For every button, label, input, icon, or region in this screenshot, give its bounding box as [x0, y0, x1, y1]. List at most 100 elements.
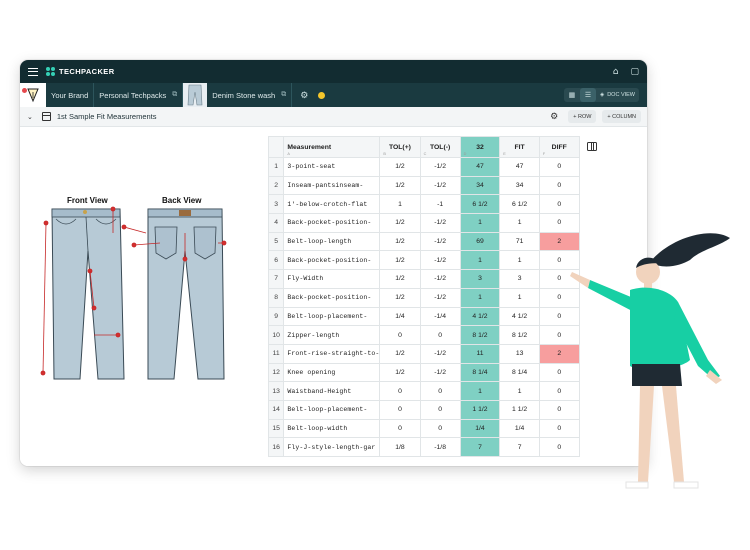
tolerance-cell[interactable]: -1/2 [419, 287, 461, 308]
row-index-header [268, 136, 285, 158]
tolerance-cell[interactable]: 1/2 [379, 343, 421, 364]
fit-cell[interactable]: 47 [499, 157, 540, 177]
fit-cell[interactable]: 6 1/2 [499, 194, 540, 215]
chevron-down-icon[interactable]: ⌄ [27, 113, 33, 121]
size-32-cell[interactable]: 11 [459, 343, 501, 364]
breadcrumb-product[interactable]: Denim Stone wash ⧉ [207, 83, 293, 107]
measurement-cell[interactable]: 3-point-seat [283, 157, 381, 177]
gear-icon[interactable]: ⚙ [300, 90, 308, 101]
tolerance-cell[interactable]: -1/2 [419, 269, 461, 289]
diff-cell[interactable]: 0 [538, 194, 580, 215]
add-column-button[interactable]: + COLUMN [602, 110, 641, 123]
size-32-cell[interactable]: 7 [459, 437, 501, 457]
measurement-cell[interactable]: Waistband-Height [283, 381, 381, 401]
size-32-cell[interactable]: 6 1/2 [459, 194, 501, 215]
tolerance-cell[interactable]: -1/2 [419, 231, 461, 252]
tolerance-cell[interactable]: 1/2 [379, 269, 421, 289]
column-header[interactable]: TOL(-) C [419, 136, 461, 158]
add-row-button[interactable]: + ROW [568, 110, 597, 123]
tolerance-cell[interactable]: 1/2 [379, 213, 421, 233]
tolerance-cell[interactable]: 0 [419, 381, 461, 401]
tolerance-cell[interactable]: 1/2 [379, 231, 421, 252]
tolerance-cell[interactable]: 1/2 [379, 362, 421, 383]
column-header[interactable]: DIFF F [538, 136, 580, 158]
tolerance-cell[interactable]: 1/2 [379, 250, 421, 271]
menu-icon[interactable] [28, 67, 38, 76]
column-header[interactable]: FIT E [499, 136, 540, 158]
size-32-cell[interactable]: 8 1/4 [459, 362, 501, 383]
size-32-cell[interactable]: 1 [459, 287, 501, 308]
size-32-cell[interactable]: 47 [459, 157, 501, 177]
tolerance-cell[interactable]: 0 [379, 399, 421, 420]
tolerance-cell[interactable]: -1/2 [419, 213, 461, 233]
size-32-cell[interactable]: 8 1/2 [459, 325, 501, 345]
measurement-cell[interactable]: Belt-loop-width [283, 418, 381, 439]
measurement-cell[interactable]: Inseam-pantsinseam- [283, 175, 381, 196]
tolerance-cell[interactable]: 0 [379, 325, 421, 345]
bell-icon[interactable]: ⌂ [613, 67, 619, 77]
tolerance-cell[interactable]: -1 [419, 194, 461, 215]
measurement-cell[interactable]: Fly-Width [283, 269, 381, 289]
measurement-cell[interactable]: Belt-loop-placement- [283, 399, 381, 420]
tolerance-cell[interactable]: 0 [419, 399, 461, 420]
pointing-person-illustration [570, 233, 730, 489]
diff-cell[interactable]: 0 [538, 175, 580, 196]
diff-cell[interactable]: 0 [538, 157, 580, 177]
measurement-cell[interactable]: Back-pocket-position- [283, 287, 381, 308]
tolerance-cell[interactable]: -1/2 [419, 362, 461, 383]
column-header[interactable]: TOL(+) B [379, 136, 421, 158]
brand-logo[interactable] [20, 83, 46, 107]
measurement-cell[interactable]: 1'-below-crotch-flat [283, 194, 381, 215]
tolerance-cell[interactable]: 1/2 [379, 157, 421, 177]
tolerance-cell[interactable]: -1/2 [419, 175, 461, 196]
fit-cell[interactable]: 34 [499, 175, 540, 196]
measurement-cell[interactable]: Knee opening [283, 362, 381, 383]
breadcrumb-techpacks[interactable]: Personal Techpacks ⧉ [94, 83, 184, 107]
measurement-cell[interactable]: Zipper-length [283, 325, 381, 345]
column-header[interactable]: Measurement A [283, 136, 381, 158]
size-32-cell[interactable]: 1 [459, 381, 501, 401]
tolerance-cell[interactable]: 1 [379, 194, 421, 215]
tolerance-cell[interactable]: -1/2 [419, 250, 461, 271]
tolerance-cell[interactable]: -1/2 [419, 157, 461, 177]
measurement-cell[interactable]: Fly-J-style-length-gar [283, 437, 381, 457]
tolerance-cell[interactable]: 0 [379, 381, 421, 401]
chat-icon[interactable]: ▢ [630, 67, 639, 77]
row-index: 4 [268, 213, 285, 233]
size-32-cell[interactable]: 69 [459, 231, 501, 252]
open-external-icon[interactable]: ⧉ [172, 91, 177, 99]
measurement-cell[interactable]: Back-pocket-position- [283, 250, 381, 271]
measurement-cell[interactable]: Belt-loop-placement- [283, 306, 381, 327]
measurement-cell[interactable]: Front-rise-straight-to- [283, 343, 381, 364]
tolerance-cell[interactable]: -1/8 [419, 437, 461, 457]
tolerance-cell[interactable]: 1/8 [379, 437, 421, 457]
grid-view-icon[interactable]: ▦ [564, 88, 580, 102]
settings-icon[interactable]: ⚙ [550, 111, 558, 122]
list-view-icon[interactable]: ☰ [579, 88, 596, 102]
tolerance-cell[interactable]: 1/2 [379, 175, 421, 196]
product-thumbnail[interactable] [183, 83, 208, 107]
front-jeans [51, 208, 125, 380]
tolerance-cell[interactable]: 0 [419, 418, 461, 439]
doc-view-button[interactable]: ◈ DOC VIEW [596, 88, 639, 102]
tolerance-cell[interactable]: 1/2 [379, 287, 421, 308]
size-32-cell[interactable]: 3 [459, 269, 501, 289]
tolerance-cell[interactable]: -1/4 [419, 306, 461, 327]
tolerance-cell[interactable]: 1/4 [379, 306, 421, 327]
tolerance-cell[interactable]: 0 [379, 418, 421, 439]
size-32-cell[interactable]: 34 [459, 175, 501, 196]
open-external-icon[interactable]: ⧉ [281, 91, 286, 99]
size-32-cell[interactable]: 1 [459, 250, 501, 271]
size-32-cell[interactable]: 4 1/2 [459, 306, 501, 327]
column-selector[interactable] [579, 136, 606, 158]
tolerance-cell[interactable]: -1/2 [419, 343, 461, 364]
measurement-cell[interactable]: Back-pocket-position- [283, 213, 381, 233]
measurement-cell[interactable]: Belt-loop-length [283, 231, 381, 252]
size-32-cell[interactable]: 1 1/2 [459, 399, 501, 420]
size-32-cell[interactable]: 1/4 [459, 418, 501, 439]
row-spacer [579, 195, 605, 214]
breadcrumb-brand[interactable]: Your Brand [46, 83, 95, 107]
size-32-cell[interactable]: 1 [459, 213, 501, 233]
column-header[interactable]: 32 D [459, 136, 501, 158]
tolerance-cell[interactable]: 0 [419, 325, 461, 345]
